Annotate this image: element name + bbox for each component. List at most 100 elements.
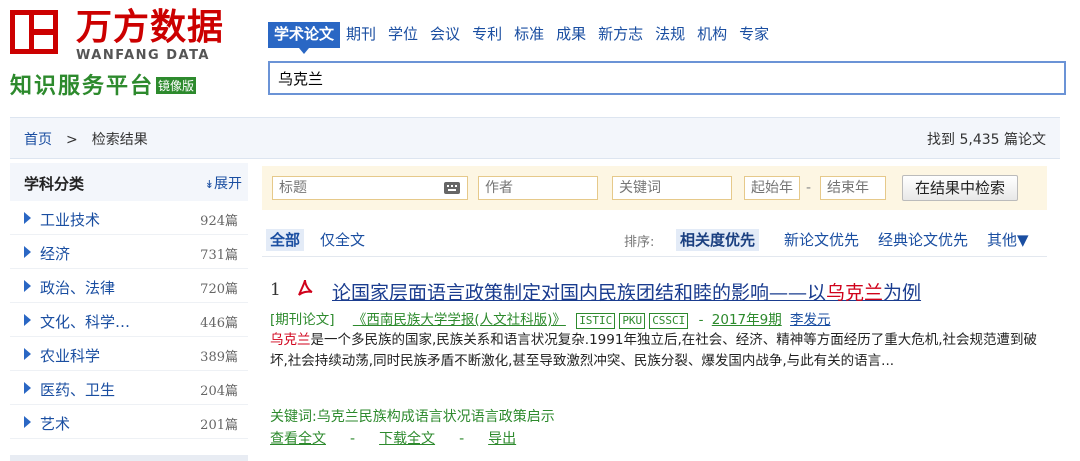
sidebar-next-section-bar bbox=[10, 455, 248, 461]
sidebar-item-agricultural-science[interactable]: 农业科学 389篇 bbox=[10, 337, 248, 371]
sort-by-newest[interactable]: 新论文优先 bbox=[784, 229, 859, 251]
author-filter-input[interactable] bbox=[478, 176, 598, 200]
result-abstract: 乌克兰是一个多民族的国家,民族关系和语言状况复杂.1991年独立后,在社会、经济… bbox=[270, 330, 1042, 372]
platform-name: 知识服务平台 镜像版 bbox=[10, 68, 197, 100]
wanfang-logo[interactable]: 万方数据 WANFANG DATA 知识服务平台 镜像版 bbox=[10, 8, 240, 103]
title-text-suffix: 为例 bbox=[883, 282, 922, 304]
sort-by-classic[interactable]: 经典论文优先 bbox=[878, 229, 968, 251]
tab-degree-theses[interactable]: 学位 bbox=[382, 22, 424, 48]
author-link[interactable]: 李发元 bbox=[790, 312, 831, 328]
sidebar-item-politics-law[interactable]: 政治、法律 720篇 bbox=[10, 269, 248, 303]
category-count: 924篇 bbox=[200, 214, 238, 229]
keyword-link[interactable]: 语言状况 bbox=[415, 409, 471, 425]
journal-link[interactable]: 《西南民族大学学报(人文社科版)》 bbox=[353, 312, 566, 328]
search-input[interactable] bbox=[268, 61, 1066, 95]
tab-experts[interactable]: 专家 bbox=[733, 22, 775, 48]
filter-all-tab[interactable]: 全部 bbox=[266, 229, 305, 251]
category-count: 720篇 bbox=[200, 282, 238, 297]
result-keywords: 关键词:乌克兰民族构成语言状况语言政策启示 bbox=[270, 406, 555, 426]
wanfang-logo-mark-icon bbox=[10, 10, 58, 54]
keyword-link[interactable]: 乌克兰 bbox=[317, 409, 359, 425]
tab-achievements[interactable]: 成果 bbox=[550, 22, 592, 48]
category-count: 204篇 bbox=[200, 384, 238, 399]
result-meta: [期刊论文] 《西南民族大学学报(人文社科版)》 ISTIC PKU CSSCI -… bbox=[270, 308, 831, 329]
meta-separator: - bbox=[698, 312, 704, 328]
index-badge-cssci: CSSCI bbox=[649, 313, 689, 329]
view-fulltext-link[interactable]: 查看全文 bbox=[270, 431, 326, 447]
category-count: 201篇 bbox=[200, 418, 238, 433]
brand-name-cn: 万方数据 bbox=[76, 7, 225, 48]
breadcrumb: 首页 > 检索结果 bbox=[24, 129, 148, 149]
title-keyword-highlight: 乌克兰 bbox=[826, 282, 884, 304]
tab-laws[interactable]: 法规 bbox=[649, 22, 691, 48]
tab-local-gazetteers[interactable]: 新方志 bbox=[592, 22, 649, 48]
action-separator: - bbox=[350, 431, 356, 447]
triangle-right-icon bbox=[24, 212, 31, 224]
sidebar-item-industrial-technology[interactable]: 工业技术 924篇 bbox=[10, 201, 248, 235]
start-year-input[interactable] bbox=[744, 176, 800, 200]
keyboard-icon[interactable] bbox=[444, 181, 460, 195]
action-separator: - bbox=[459, 431, 465, 447]
category-name: 工业技术 bbox=[40, 211, 101, 229]
keyword-filter-input[interactable] bbox=[612, 176, 732, 200]
category-count: 731篇 bbox=[200, 248, 238, 263]
keywords-label: 关键词: bbox=[270, 409, 317, 425]
category-name: 艺术 bbox=[40, 415, 71, 433]
triangle-right-icon bbox=[24, 314, 31, 326]
sidebar-item-medicine-health[interactable]: 医药、卫生 204篇 bbox=[10, 371, 248, 405]
tab-journals[interactable]: 期刊 bbox=[340, 22, 382, 48]
category-name: 经济 bbox=[40, 245, 71, 263]
breadcrumb-current: 检索结果 bbox=[91, 132, 148, 148]
sidebar-header: 学科分类 ↡展开 bbox=[10, 163, 248, 201]
keyword-link[interactable]: 启示 bbox=[527, 409, 555, 425]
search-in-results-button[interactable]: 在结果中检索 bbox=[902, 175, 1018, 201]
result-count: 找到 5,435 篇论文 bbox=[927, 132, 1046, 148]
sort-label: 排序: bbox=[624, 235, 655, 250]
triangle-right-icon bbox=[24, 416, 31, 428]
category-count: 446篇 bbox=[200, 316, 238, 331]
tab-institutions[interactable]: 机构 bbox=[691, 22, 733, 48]
title-text-prefix: 论国家层面语言政策制定对国内民族团结和睦的影响——以 bbox=[332, 282, 827, 304]
year-range-separator: - bbox=[806, 180, 812, 196]
sort-by-relevance[interactable]: 相关度优先 bbox=[676, 229, 760, 251]
breadcrumb-home-link[interactable]: 首页 bbox=[24, 132, 52, 148]
tab-academic-papers[interactable]: 学术论文 bbox=[268, 22, 341, 54]
double-chevron-down-icon: ↡ bbox=[204, 178, 214, 191]
result-type: [期刊论文] bbox=[270, 312, 335, 328]
tab-conferences[interactable]: 会议 bbox=[424, 22, 466, 48]
filter-fulltext-only-tab[interactable]: 仅全文 bbox=[320, 229, 365, 251]
triangle-right-icon bbox=[24, 280, 31, 292]
category-name: 农业科学 bbox=[40, 347, 101, 365]
tab-standards[interactable]: 标准 bbox=[508, 22, 550, 48]
expand-label: 展开 bbox=[214, 176, 242, 192]
category-name: 文化、科学… bbox=[40, 313, 131, 331]
download-fulltext-link[interactable]: 下载全文 bbox=[379, 431, 435, 447]
category-count: 389篇 bbox=[200, 350, 238, 365]
pdf-icon[interactable] bbox=[296, 278, 314, 298]
end-year-input[interactable] bbox=[820, 176, 886, 200]
issue-link[interactable]: 2017年9期 bbox=[712, 312, 782, 328]
mirror-edition-badge: 镜像版 bbox=[156, 77, 197, 94]
title-filter-input[interactable] bbox=[272, 176, 468, 200]
result-item: 1 论国家层面语言政策制定对国内民族团结和睦的影响——以乌克兰为例 [期刊论文]… bbox=[270, 278, 1060, 447]
sidebar-item-economy[interactable]: 经济 731篇 bbox=[10, 235, 248, 269]
keyword-link[interactable]: 民族构成 bbox=[359, 409, 415, 425]
sidebar-item-culture-science[interactable]: 文化、科学… 446篇 bbox=[10, 303, 248, 337]
triangle-right-icon bbox=[24, 382, 31, 394]
refine-search-bar: - 在结果中检索 bbox=[262, 166, 1047, 210]
subject-category-sidebar: 学科分类 ↡展开 工业技术 924篇 经济 731篇 政治、法律 720篇 文化、科学… bbox=[10, 163, 248, 461]
index-badge-pku: PKU bbox=[619, 313, 646, 329]
keyword-link[interactable]: 语言政策 bbox=[471, 409, 527, 425]
index-badge-istic: ISTIC bbox=[576, 313, 616, 329]
abstract-text: 是一个多民族的国家,民族关系和语言状况复杂.1991年独立后,在社会、经济、精神… bbox=[270, 332, 1038, 369]
result-number: 1 bbox=[270, 280, 281, 300]
export-link[interactable]: 导出 bbox=[488, 431, 516, 447]
sidebar-item-art[interactable]: 艺术 201篇 bbox=[10, 405, 248, 439]
category-name: 政治、法律 bbox=[40, 279, 116, 297]
tab-patents[interactable]: 专利 bbox=[466, 22, 508, 48]
triangle-right-icon bbox=[24, 246, 31, 258]
expand-categories-button[interactable]: ↡展开 bbox=[205, 173, 242, 193]
sort-other-dropdown[interactable]: 其他▼ bbox=[987, 229, 1029, 251]
result-actions: 查看全文 - 下载全文 - 导出 bbox=[270, 428, 516, 448]
result-title-link[interactable]: 论国家层面语言政策制定对国内民族团结和睦的影响——以乌克兰为例 bbox=[332, 278, 921, 305]
